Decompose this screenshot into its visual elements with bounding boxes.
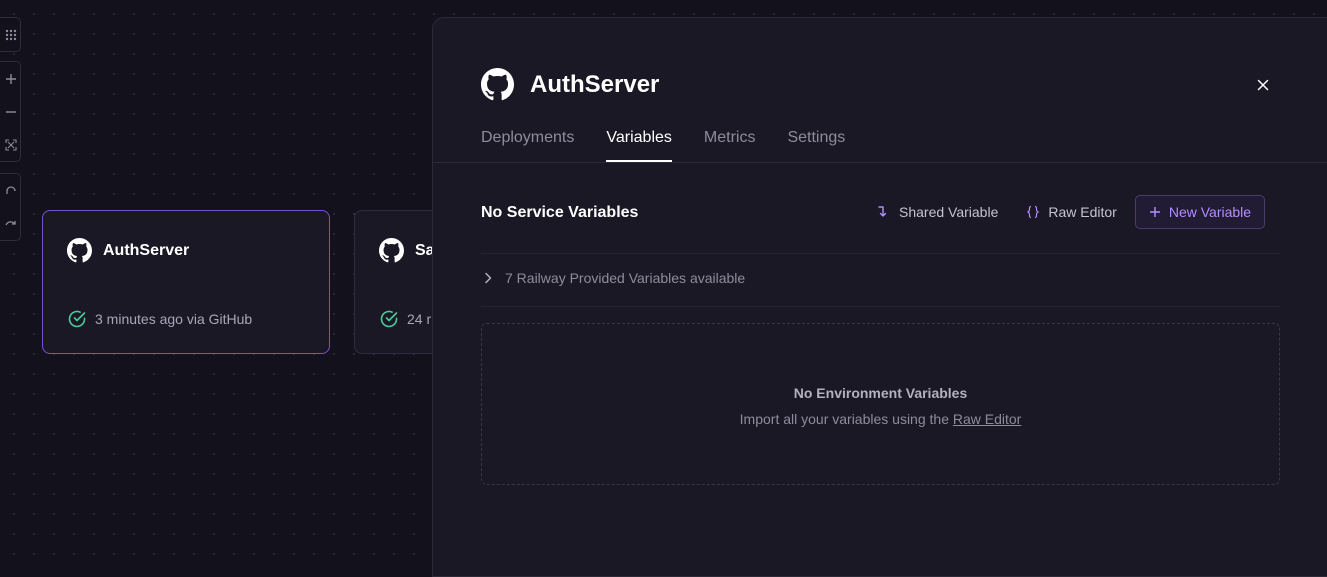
fit-view-icon <box>4 138 17 151</box>
service-card-title: Sa <box>379 238 435 263</box>
raw-editor-link[interactable]: Raw Editor <box>953 411 1021 427</box>
row-divider <box>481 306 1280 307</box>
empty-state-subtitle: Import all your variables using the Raw … <box>739 411 1022 427</box>
tabs-divider <box>433 162 1327 163</box>
plus-icon <box>1149 207 1160 217</box>
zoom-in-button[interactable] <box>0 62 20 95</box>
row-divider <box>481 253 1280 254</box>
success-check-icon <box>68 310 86 328</box>
empty-state-title: No Environment Variables <box>793 385 968 401</box>
section-title: No Service Variables <box>481 204 639 221</box>
zoom-out-button[interactable] <box>0 95 20 128</box>
zoom-out-icon <box>5 110 16 113</box>
deploy-status: 3 minutes ago via GitHub <box>67 309 252 329</box>
service-card-title: AuthServer <box>67 238 189 263</box>
shared-variable-button[interactable]: Shared Variable <box>863 195 1012 229</box>
provided-variables-toggle[interactable]: 7 Railway Provided Variables available <box>481 270 745 286</box>
panel-header: AuthServer <box>481 68 659 101</box>
zoom-toolbar <box>0 61 21 162</box>
close-button[interactable] <box>1253 75 1273 95</box>
service-card-authserver[interactable]: AuthServer 3 minutes ago via GitHub <box>42 210 330 354</box>
redo-button[interactable] <box>0 207 20 240</box>
github-icon <box>481 68 514 101</box>
close-icon <box>1257 79 1269 91</box>
zoom-in-icon <box>5 73 16 84</box>
deploy-status: 24 r <box>379 309 431 329</box>
tab-settings[interactable]: Settings <box>787 129 845 162</box>
grid-icon <box>5 29 16 40</box>
braces-icon <box>1027 205 1040 219</box>
tab-deployments[interactable]: Deployments <box>481 129 574 162</box>
layout-toolbar <box>0 17 21 52</box>
undo-icon <box>5 185 16 194</box>
service-details-panel: AuthServer Deployments Variables Metrics… <box>432 17 1327 577</box>
panel-tabs: Deployments Variables Metrics Settings <box>481 129 845 162</box>
fit-view-button[interactable] <box>0 128 20 161</box>
redo-icon <box>4 220 16 225</box>
github-icon <box>67 238 92 263</box>
tab-variables[interactable]: Variables <box>606 129 672 162</box>
empty-state: No Environment Variables Import all your… <box>481 323 1280 485</box>
undo-button[interactable] <box>0 174 20 207</box>
github-icon <box>379 238 404 263</box>
success-check-icon <box>380 310 398 328</box>
variable-actions: Shared Variable Raw Editor New Variable <box>863 195 1266 229</box>
new-variable-button[interactable]: New Variable <box>1134 195 1266 229</box>
history-toolbar <box>0 173 21 241</box>
chevron-right-icon <box>485 272 492 284</box>
shared-variable-icon <box>878 206 887 217</box>
grid-button[interactable] <box>0 18 20 51</box>
tab-metrics[interactable]: Metrics <box>704 129 756 162</box>
raw-editor-button[interactable]: Raw Editor <box>1012 195 1130 229</box>
panel-title: AuthServer <box>530 70 660 98</box>
